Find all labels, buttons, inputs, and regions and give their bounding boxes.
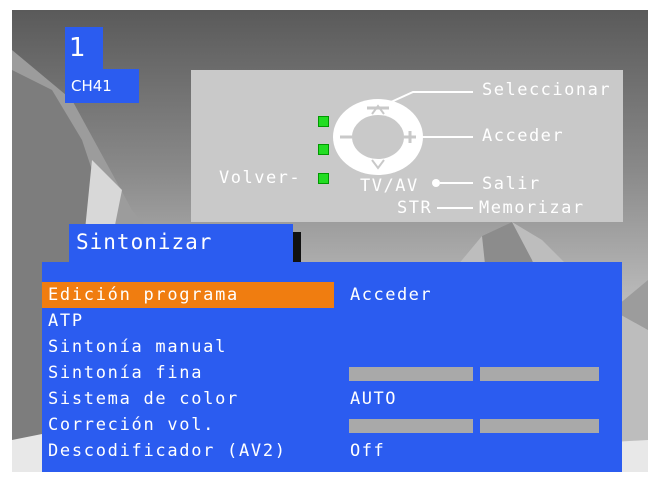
fine-tune-bar-left	[349, 367, 473, 381]
menu-item-sistema-de-color[interactable]: Sistema de color AUTO	[42, 386, 622, 412]
store-hint: Memorizar	[479, 198, 585, 218]
volume-bar-left	[349, 419, 473, 433]
menu-item-sintonia-fina[interactable]: Sintonía fina	[42, 360, 622, 386]
remote-help-panel: Seleccionar Acceder Volver- TV/AV Salir …	[191, 70, 623, 222]
exit-hint: Salir	[482, 174, 541, 194]
menu-item-atp[interactable]: ATP	[42, 308, 622, 334]
access-hint: Acceder	[482, 126, 565, 146]
menu-item-sintonia-manual[interactable]: Sintonía manual	[42, 334, 622, 360]
menu-item-value: Acceder	[350, 285, 433, 305]
green-led-icon	[318, 144, 329, 155]
menu-item-label: Sistema de color	[48, 389, 239, 409]
menu-item-edicion-programa[interactable]: Edición programa Acceder	[42, 282, 622, 308]
tvav-key-label: TV/AV	[360, 176, 419, 196]
menu-item-label: Edición programa	[42, 282, 334, 308]
channel-name: CH41	[65, 69, 139, 103]
str-key-label: STR	[397, 198, 433, 218]
tv-screen: 1 CH41 Seleccionar Acceder Volver- TV/AV…	[12, 10, 648, 472]
green-led-icon	[318, 173, 329, 184]
back-hint: Volver-	[219, 168, 302, 188]
menu-item-label: Sintonía manual	[48, 337, 228, 357]
menu-item-label: Descodificador (AV2)	[48, 441, 287, 461]
menu-title: Sintonizar	[69, 224, 293, 262]
menu-item-label: ATP	[48, 311, 84, 331]
volume-bar-right	[480, 419, 599, 433]
channel-number: 1	[65, 27, 103, 69]
select-hint: Seleccionar	[482, 80, 612, 100]
menu-item-value: Off	[350, 441, 386, 461]
menu-item-value: AUTO	[350, 389, 397, 409]
menu-panel: Edición programa Acceder ATP Sintonía ma…	[42, 262, 622, 472]
menu-item-label: Correción vol.	[48, 415, 216, 435]
green-led-icon	[318, 116, 329, 127]
menu-item-descodificador[interactable]: Descodificador (AV2) Off	[42, 438, 622, 464]
menu-item-label: Sintonía fina	[48, 363, 204, 383]
fine-tune-bar-right	[480, 367, 599, 381]
menu-item-correcion-vol[interactable]: Correción vol.	[42, 412, 622, 438]
